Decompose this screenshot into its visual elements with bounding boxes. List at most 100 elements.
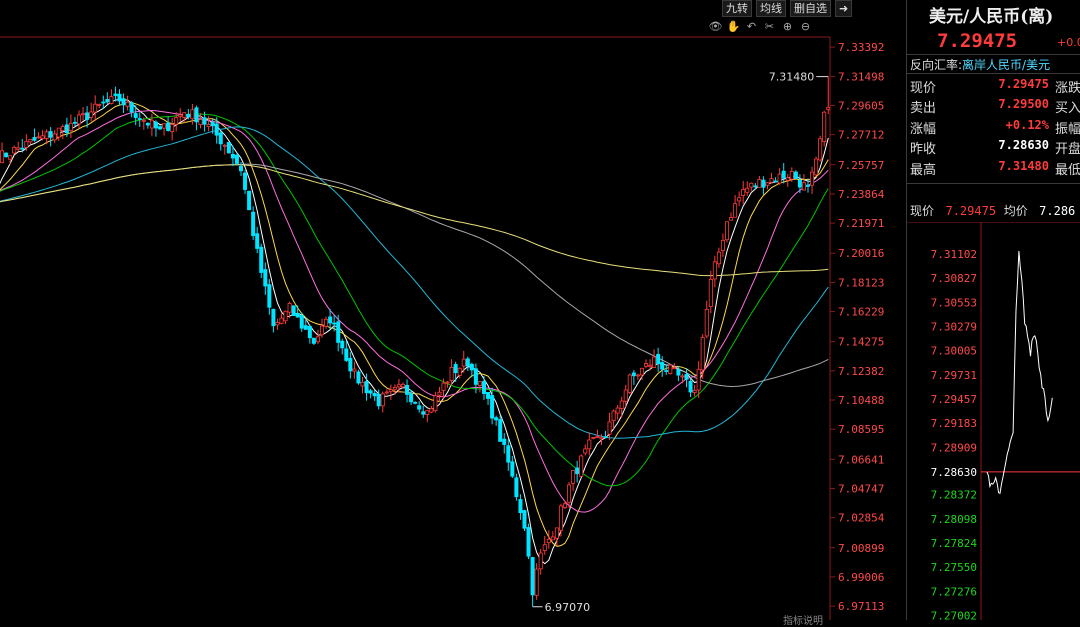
- candle-up: [627, 374, 632, 393]
- candle-down: [806, 184, 811, 187]
- candle-up: [279, 317, 284, 324]
- candle-up: [44, 131, 49, 139]
- candle-up: [68, 122, 73, 131]
- quote-label: 涨幅: [910, 122, 937, 137]
- candle-up: [785, 177, 790, 181]
- mini-tick-label: 7.29457: [931, 393, 977, 406]
- candle-up: [93, 103, 98, 113]
- zoom-out-icon[interactable]: ⊖: [798, 20, 813, 34]
- candle-up: [579, 455, 584, 477]
- intraday-chart[interactable]: 7.31102 7.30827 7.30553 7.30279 7.30005 7.297…: [907, 222, 1080, 620]
- candle-up: [729, 217, 734, 221]
- mini-tick-label: 7.27550: [931, 561, 977, 574]
- candle-up: [24, 140, 29, 148]
- candle-down: [530, 557, 535, 596]
- ma5-line: [0, 98, 829, 565]
- top-toolbar: 九转 均线 删自选 ➜: [722, 0, 853, 17]
- ma30-line: [0, 113, 829, 487]
- eye-icon[interactable]: 👁: [708, 20, 723, 34]
- mini-tick-label: 7.28372: [931, 489, 977, 502]
- mini-tick-label: 7.27276: [931, 585, 977, 598]
- candle-up: [696, 368, 701, 391]
- candle-up: [89, 111, 94, 118]
- reverse-rate-row: 反向汇率:离岸人民币/美元: [910, 56, 1050, 73]
- candle-up: [554, 527, 559, 539]
- candle-up: [392, 386, 397, 390]
- mini-tick-label: 7.29183: [931, 417, 977, 430]
- candle-up: [716, 251, 721, 265]
- candle-up: [538, 552, 543, 570]
- quote-row: 卖出 7.29500 买入: [910, 97, 1080, 117]
- candle-up: [814, 158, 819, 176]
- candle-down: [518, 499, 523, 514]
- chart-tools: 👁 ✋ ↶ ✂ ⊕ ⊖: [708, 20, 813, 34]
- candle-up: [623, 389, 628, 402]
- candle-up: [178, 114, 183, 117]
- junxian-button[interactable]: 均线: [756, 0, 786, 17]
- candle-down: [502, 438, 507, 445]
- divider: [907, 183, 1080, 184]
- candle-up: [733, 203, 738, 218]
- candle-down: [364, 381, 369, 394]
- candle-up: [388, 389, 393, 392]
- candle-up: [550, 536, 555, 541]
- ma250-line: [0, 164, 829, 277]
- candle-up: [380, 393, 385, 407]
- candle-down: [793, 171, 798, 179]
- candle-down: [267, 284, 272, 308]
- scissors-icon[interactable]: ✂: [762, 20, 777, 34]
- candle-down: [234, 154, 239, 164]
- low-label: 6.97070: [545, 601, 591, 614]
- candle-up: [611, 410, 616, 421]
- candle-up: [425, 410, 430, 415]
- candle-down: [271, 308, 276, 327]
- candle-up: [97, 103, 102, 106]
- candle-down: [417, 405, 422, 410]
- candle-up: [16, 147, 21, 150]
- price-tick-label: 7.20016: [838, 247, 884, 260]
- candle-up: [352, 368, 357, 372]
- price-tick-label: 7.21971: [838, 217, 884, 230]
- candle-up: [720, 239, 725, 251]
- quote-value: 7.29500: [998, 97, 1049, 111]
- candle-down: [255, 233, 260, 249]
- jiuzhuan-button[interactable]: 九转: [722, 0, 752, 17]
- candlestick-chart[interactable]: 7.33392 7.31498 7.29605 7.27712 7.25757 7.238…: [0, 0, 905, 620]
- candle-up: [583, 448, 588, 454]
- candle-up: [595, 436, 600, 439]
- reverse-rate-link[interactable]: 离岸人民币/美元: [962, 58, 1050, 72]
- candle-up: [563, 503, 568, 509]
- remove-watchlist-button[interactable]: 删自选: [790, 0, 831, 17]
- candle-up: [8, 155, 13, 160]
- high-label: 7.31480: [769, 71, 815, 84]
- mini-tick-label: 7.28630: [931, 466, 977, 479]
- candle-up: [542, 544, 547, 551]
- expand-icon[interactable]: ➜: [835, 0, 853, 17]
- candle-up: [672, 367, 677, 370]
- undo-icon[interactable]: ↶: [744, 20, 759, 34]
- quote-row: 最高 7.31480 最低: [910, 159, 1080, 179]
- zoom-in-icon[interactable]: ⊕: [780, 20, 795, 34]
- candle-up: [36, 136, 41, 139]
- candle-down: [684, 374, 689, 380]
- candle-down: [631, 372, 636, 377]
- hand-icon[interactable]: ✋: [726, 20, 741, 34]
- candle-down: [494, 417, 499, 421]
- candle-down: [117, 93, 122, 102]
- candle-down: [490, 395, 495, 419]
- candle-up: [745, 187, 750, 193]
- quote-label-right: 涨跌: [1054, 81, 1080, 96]
- candle-down: [486, 392, 491, 399]
- quote-row: 昨收 7.28630 开盘: [910, 138, 1080, 158]
- reverse-rate-label: 反向汇率:: [910, 58, 963, 72]
- candle-up: [737, 197, 742, 202]
- candle-down: [421, 411, 426, 415]
- candle-up: [635, 374, 640, 377]
- candle-up: [275, 322, 280, 326]
- candle-down: [522, 510, 527, 529]
- candle-up: [587, 439, 592, 450]
- candle-up: [28, 138, 33, 143]
- candle-down: [356, 371, 361, 384]
- candle-up: [591, 436, 596, 439]
- mini-tick-label: 7.27002: [931, 609, 977, 620]
